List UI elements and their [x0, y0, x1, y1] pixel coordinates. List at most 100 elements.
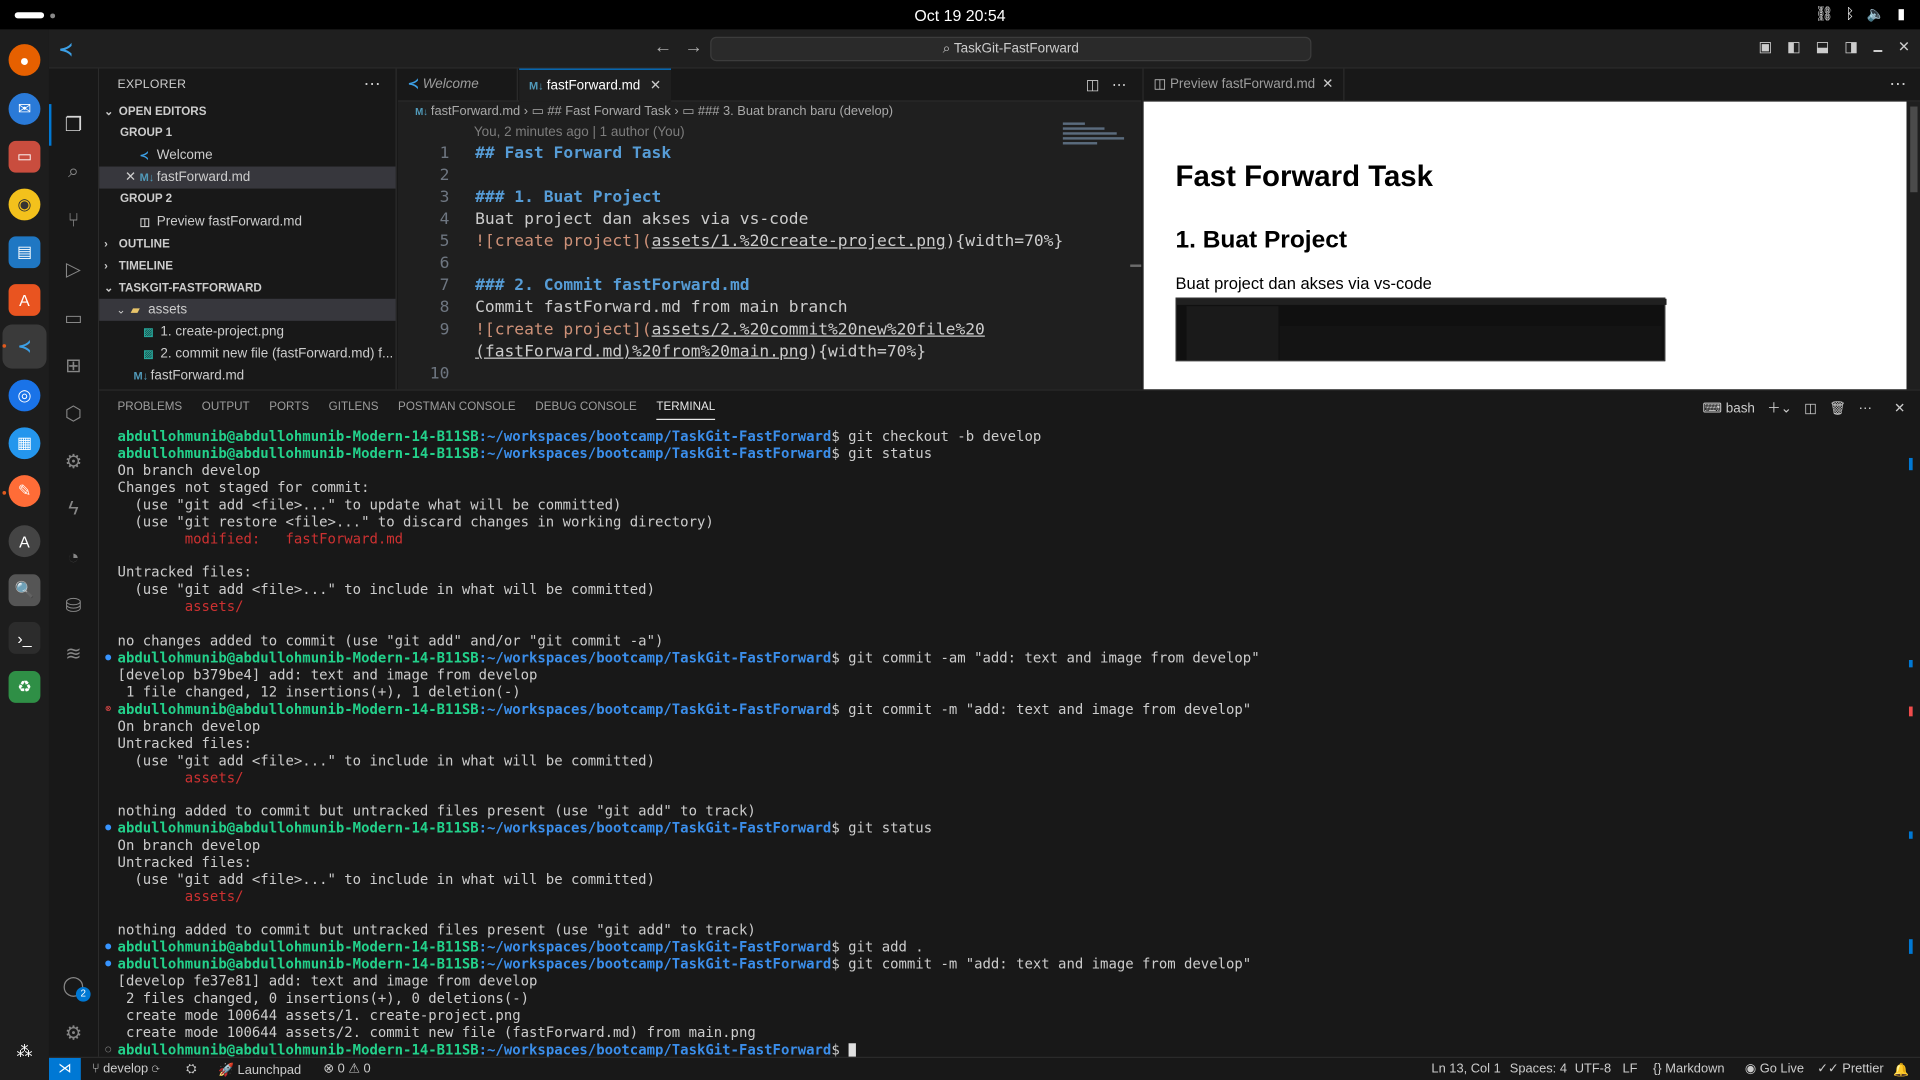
close-icon[interactable]: ✕	[1898, 38, 1910, 64]
terminal-shell[interactable]: ⌨ bash	[1703, 400, 1755, 416]
indentation[interactable]: Spaces: 4	[1510, 1062, 1567, 1077]
open-editor-preview[interactable]: ◫ Preview fastForward.md	[99, 211, 395, 233]
toggle-secondary-sidebar-icon[interactable]: ◨	[1844, 38, 1858, 64]
tab-postman-console[interactable]: POSTMAN CONSOLE	[398, 400, 516, 420]
gitlens-icon[interactable]: ◔	[59, 544, 88, 573]
command-success-decoration[interactable]: ●	[105, 955, 111, 972]
branch-indicator[interactable]: ⑂ develop ⟳	[92, 1062, 160, 1077]
more-actions-icon[interactable]: ⋯	[1889, 73, 1906, 94]
postman-icon[interactable]: ✎	[8, 475, 41, 507]
close-panel-icon[interactable]: ✕	[1894, 400, 1905, 416]
tree-file-asset2[interactable]: ▨ 2. commit new file (fastForward.md) f..…	[99, 343, 395, 365]
minimize-icon[interactable]: 🗕	[1873, 38, 1883, 64]
software-updater-icon[interactable]: A	[8, 525, 41, 558]
thunder-client-icon[interactable]: ϟ	[59, 495, 88, 524]
tab-debug-console[interactable]: DEBUG CONSOLE	[535, 400, 636, 420]
notifications-bell-icon[interactable]: 🔔	[1893, 1062, 1909, 1078]
cursor-position[interactable]: Ln 13, Col 1	[1431, 1062, 1500, 1077]
open-editor-welcome[interactable]: ≺ Welcome	[99, 144, 395, 166]
breadcrumb-file[interactable]: M↓ fastForward.md	[415, 104, 520, 119]
launchpad-indicator[interactable]: 🚀 Launchpad	[218, 1062, 301, 1078]
kill-terminal-icon[interactable]: 🗑	[1829, 400, 1846, 416]
back-arrow-icon[interactable]: ←	[654, 37, 685, 58]
system-tray[interactable]: ⛓ ᛒ 🔈 ▮	[1815, 5, 1906, 22]
extensions-icon[interactable]: ⊞	[59, 351, 88, 380]
encoding[interactable]: UTF-8	[1575, 1062, 1611, 1077]
more-actions-icon[interactable]: ⋯	[1112, 76, 1127, 93]
breadcrumb-h3[interactable]: ▭ ### 3. Buat branch baru (develop)	[682, 104, 893, 119]
end-of-line[interactable]: LF	[1622, 1062, 1637, 1077]
language-mode[interactable]: {} Markdown	[1653, 1062, 1724, 1077]
close-tab-icon[interactable]: ✕	[1322, 69, 1333, 102]
search-activity-icon[interactable]: ⌕	[59, 158, 88, 187]
timeline-section[interactable]: › TIMELINE	[99, 255, 395, 277]
code-link-url[interactable]: assets/1.%20create-project.png	[652, 233, 946, 251]
thunderbird-icon[interactable]: ✉	[8, 93, 41, 125]
writer-icon[interactable]: ▤	[8, 236, 41, 269]
breadcrumb-h2[interactable]: ▭ ## Fast Forward Task	[532, 104, 671, 119]
clock[interactable]: Oct 19 20:54	[0, 6, 1920, 24]
prettier[interactable]: ✓✓ Prettier	[1817, 1062, 1884, 1077]
split-terminal-icon[interactable]: ◫	[1804, 400, 1817, 416]
search-tool-icon[interactable]: 🔍	[8, 574, 41, 607]
terminal-dock-icon[interactable]: ›_	[8, 622, 41, 654]
open-preview-side-icon[interactable]: ◫	[1086, 76, 1100, 93]
chrome-icon[interactable]: ◎	[8, 379, 41, 412]
gitlens-status-icon[interactable]: ⛭	[186, 1062, 196, 1078]
command-success-decoration[interactable]: ●	[105, 649, 111, 666]
software-icon[interactable]: A	[8, 284, 41, 316]
more-actions-icon[interactable]: ⋯	[1859, 400, 1872, 416]
rhythmbox-icon[interactable]: ◉	[8, 188, 41, 221]
preview-content[interactable]: Fast Forward Task 1. Buat Project Buat p…	[1143, 101, 1907, 390]
problems-indicator[interactable]: ⊗ 0 ⚠ 0	[323, 1062, 370, 1077]
codelens-blame[interactable]: You, 2 minutes ago | 1 author (You)	[474, 125, 685, 140]
toggle-panel-icon[interactable]: ⬓	[1816, 38, 1830, 64]
customize-layout-icon[interactable]: ▣	[1758, 38, 1772, 64]
editor-scrollbar[interactable]	[1130, 264, 1142, 267]
run-debug-icon[interactable]: ▷	[59, 255, 88, 284]
open-editor-fastforward[interactable]: ✕ M↓ fastForward.md	[99, 166, 396, 189]
layers-icon[interactable]: ≋	[59, 639, 88, 668]
open-editors-section[interactable]: ⌄ OPEN EDITORS	[99, 100, 395, 122]
command-center-search[interactable]: ⌕ TaskGit-FastForward	[710, 36, 1312, 62]
remote-indicator-icon[interactable]: ⋊	[48, 1057, 81, 1080]
command-success-decoration[interactable]: ●	[105, 938, 111, 955]
close-editor-icon[interactable]: ✕	[125, 167, 140, 189]
command-pending-decoration[interactable]: ○	[105, 1041, 111, 1058]
preview-scrollbar[interactable]	[1906, 101, 1920, 390]
tree-folder-assets[interactable]: ⌄ ▰ assets	[99, 298, 396, 321]
project-section[interactable]: ⌄ TASKGIT-FASTFORWARD	[99, 277, 395, 299]
code-link-url[interactable]: (fastForward.md)%20from%20main.png	[475, 343, 808, 361]
tab-welcome[interactable]: ≺ Welcome	[398, 68, 518, 102]
show-apps-icon[interactable]: ⁂	[9, 1036, 41, 1068]
tab-preview[interactable]: ◫ Preview fastForward.md ✕	[1144, 68, 1345, 102]
new-terminal-icon[interactable]: ＋⌄	[1767, 398, 1792, 418]
database-icon[interactable]: ⛁	[59, 591, 88, 620]
trash-icon[interactable]: ♻	[8, 671, 41, 703]
vscode-dock-icon[interactable]: ≺	[9, 331, 41, 363]
minimap[interactable]	[1062, 122, 1129, 159]
tree-file-fastforward[interactable]: M↓ fastForward.md	[99, 365, 395, 387]
docker-activity-icon[interactable]: ⚙	[59, 447, 88, 476]
more-actions-icon[interactable]: ⋯	[364, 73, 381, 94]
toggle-sidebar-icon[interactable]: ◧	[1787, 38, 1801, 64]
command-error-decoration[interactable]: ⊗	[105, 700, 111, 717]
tab-terminal[interactable]: TERMINAL	[656, 400, 716, 421]
source-control-icon[interactable]: ⑂	[59, 207, 88, 236]
close-tab-icon[interactable]: ✕	[650, 70, 661, 103]
history-nav[interactable]: ←→	[654, 37, 715, 58]
files-icon[interactable]: ▭	[8, 140, 41, 173]
code-link-url[interactable]: assets/2.%20commit%20new%20file%20	[652, 321, 985, 339]
command-success-decoration[interactable]: ●	[105, 819, 111, 836]
firefox-icon[interactable]: ●	[8, 44, 41, 76]
tab-fastforward[interactable]: M↓ fastForward.md ✕	[519, 68, 672, 103]
manage-gear-icon[interactable]: ⚙	[59, 1019, 88, 1048]
tab-output[interactable]: OUTPUT	[202, 400, 250, 420]
explorer-icon[interactable]: ❐	[59, 110, 88, 139]
containers-icon[interactable]: ⬡	[59, 399, 88, 428]
tab-problems[interactable]: PROBLEMS	[118, 400, 183, 420]
remote-explorer-icon[interactable]: ▭	[59, 304, 88, 333]
go-live[interactable]: ◉ Go Live	[1745, 1062, 1804, 1077]
tab-gitlens[interactable]: GITLENS	[329, 400, 379, 420]
tree-file-asset1[interactable]: ▨ 1. create-project.png	[99, 321, 395, 343]
